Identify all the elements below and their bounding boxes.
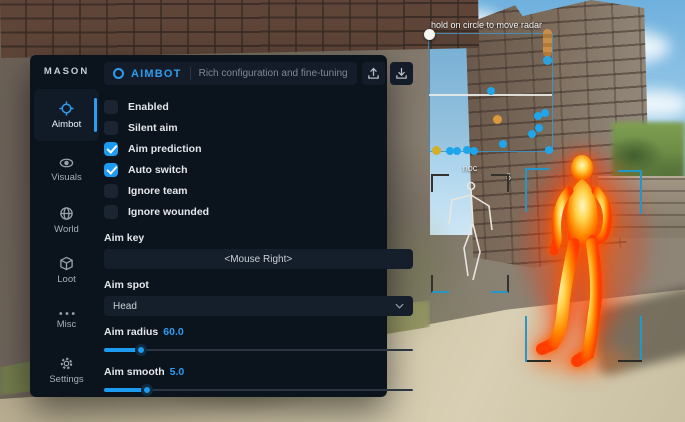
checkbox[interactable] (104, 163, 118, 177)
checkbox-row-ignore-team[interactable]: Ignore team (104, 180, 413, 201)
slider-thumb[interactable] (141, 384, 153, 396)
sidebar-item-label: Misc (57, 319, 77, 330)
checkbox-label: Ignore team (128, 185, 188, 197)
radar-drag-handle[interactable] (424, 29, 435, 40)
section-subtitle: Rich configuration and fine-tuning (199, 68, 348, 79)
eye-icon (59, 157, 74, 169)
radar-overlay: hold on circle to move radar (428, 33, 553, 152)
brand-name: MASON (44, 66, 89, 77)
section-title: AIMBOT (131, 68, 182, 80)
chevron-down-icon (395, 303, 404, 309)
radar-dot (541, 109, 549, 117)
radar-dot (535, 124, 543, 132)
checkbox-label: Aim prediction (128, 143, 202, 155)
sidebar-nav: Aimbot Visuals World (30, 89, 103, 397)
active-indicator (94, 98, 97, 132)
slider-thumb[interactable] (135, 344, 147, 356)
checkbox-row-enabled[interactable]: Enabled (104, 96, 413, 117)
gear-icon (59, 356, 74, 371)
sidebar-item-label: Loot (57, 274, 76, 285)
cheat-menu-panel: MASON Aimbot Visuals (30, 55, 387, 397)
crosshair-icon (59, 101, 74, 116)
checkbox-label: Ignore wounded (128, 206, 209, 218)
indicator-capsule (543, 29, 552, 57)
aim-key-button[interactable]: <Mouse Right> (104, 249, 413, 269)
checkbox-row-silent-aim[interactable]: Silent aim (104, 117, 413, 138)
radar-dot (528, 130, 536, 138)
header-divider (190, 67, 191, 80)
checkbox-row-auto-switch[interactable]: Auto switch (104, 159, 413, 180)
skeleton-brackets (431, 174, 509, 293)
checkbox[interactable] (104, 142, 118, 156)
slider-rail (104, 349, 413, 351)
import-config-button[interactable] (390, 62, 413, 85)
aim-key-label: Aim key (104, 232, 413, 244)
sidebar-item-label: Visuals (51, 172, 81, 183)
sidebar-item-misc[interactable]: Misc (34, 297, 99, 343)
skeleton-esp: noc 5 (431, 163, 509, 293)
sidebar-item-label: Aimbot (52, 119, 82, 130)
aim-radius-label: Aim radius (104, 326, 158, 338)
sidebar-item-label: World (54, 224, 79, 235)
radar-dot (545, 146, 553, 154)
aim-smooth-value: 5.0 (170, 366, 185, 378)
aim-radius-slider[interactable] (104, 344, 413, 356)
checkbox-label: Enabled (128, 101, 169, 113)
aimbot-ring-icon (113, 68, 124, 79)
aim-smooth-label: Aim smooth (104, 366, 165, 378)
radar-dot (453, 147, 461, 155)
sidebar-item-aimbot[interactable]: Aimbot (34, 89, 99, 141)
panel-content: AIMBOT Rich configuration and fine-tunin… (103, 55, 423, 397)
checkbox-row-ignore-wounded[interactable]: Ignore wounded (104, 201, 413, 222)
highlighted-player-model (518, 138, 652, 374)
brick-wall-top (0, 0, 479, 58)
checkbox-label: Silent aim (128, 122, 178, 134)
radar-dot (432, 146, 441, 155)
checkbox[interactable] (104, 121, 118, 135)
game-viewport: noc 5 hold on circle to move radar (0, 0, 685, 422)
mason-logo-icon (45, 62, 89, 63)
radar-dot (493, 115, 502, 124)
aim-radius-value: 60.0 (163, 326, 183, 338)
aim-spot-value: Head (113, 301, 137, 312)
checkbox[interactable] (104, 184, 118, 198)
section-header: AIMBOT Rich configuration and fine-tunin… (104, 62, 357, 85)
radar-hint-text: hold on circle to move radar (431, 20, 542, 30)
checkbox-row-aim-prediction[interactable]: Aim prediction (104, 138, 413, 159)
sidebar-item-world[interactable]: World (34, 197, 99, 243)
player-body (518, 138, 652, 374)
box-icon (59, 256, 74, 271)
radar-dot (487, 87, 495, 95)
sidebar-item-visuals[interactable]: Visuals (34, 147, 99, 193)
skeleton-bones (440, 178, 500, 290)
checkbox[interactable] (104, 100, 118, 114)
upload-icon (367, 67, 380, 80)
checkbox-list: Enabled Silent aim Aim prediction Auto s… (104, 96, 413, 222)
checkbox-label: Auto switch (128, 164, 188, 176)
sidebar: MASON Aimbot Visuals (30, 55, 103, 397)
aim-spot-select[interactable]: Head (104, 296, 413, 316)
radar-dot (470, 147, 478, 155)
esp-player-name: noc (431, 163, 509, 173)
radar-dot (499, 140, 507, 148)
export-config-button[interactable] (362, 62, 385, 85)
aim-smooth-slider[interactable] (104, 384, 413, 396)
sidebar-item-label: Settings (49, 374, 83, 385)
indicator-dot (543, 56, 552, 65)
download-icon (395, 67, 408, 80)
sidebar-item-settings[interactable]: Settings (34, 347, 99, 393)
sidebar-item-loot[interactable]: Loot (34, 247, 99, 293)
checkbox[interactable] (104, 205, 118, 219)
aim-spot-label: Aim spot (104, 279, 413, 291)
ellipsis-icon (59, 311, 75, 316)
globe-icon (59, 206, 74, 221)
